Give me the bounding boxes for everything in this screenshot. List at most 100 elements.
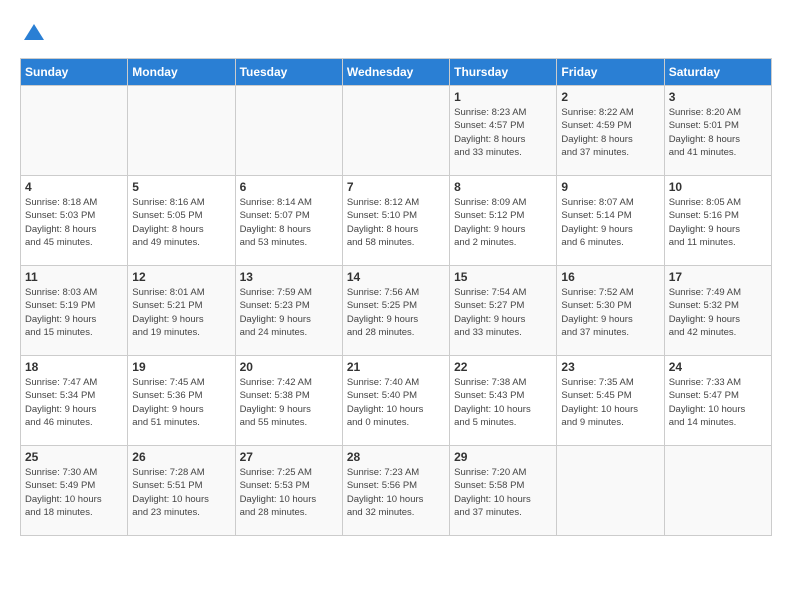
day-number: 7 <box>347 180 445 194</box>
day-number: 29 <box>454 450 552 464</box>
logo-icon <box>20 20 48 48</box>
day-number: 24 <box>669 360 767 374</box>
day-info: Sunrise: 7:25 AM Sunset: 5:53 PM Dayligh… <box>240 466 338 519</box>
calendar-header: SundayMondayTuesdayWednesdayThursdayFrid… <box>21 59 772 86</box>
day-info: Sunrise: 8:01 AM Sunset: 5:21 PM Dayligh… <box>132 286 230 339</box>
logo <box>20 20 52 48</box>
calendar-cell <box>557 446 664 536</box>
day-number: 18 <box>25 360 123 374</box>
calendar-cell: 14 Sunrise: 7:56 AM Sunset: 5:25 PM Dayli… <box>342 266 449 356</box>
weekday-header-thursday: Thursday <box>450 59 557 86</box>
day-number: 12 <box>132 270 230 284</box>
weekday-header-friday: Friday <box>557 59 664 86</box>
day-info: Sunrise: 7:56 AM Sunset: 5:25 PM Dayligh… <box>347 286 445 339</box>
day-number: 2 <box>561 90 659 104</box>
calendar-cell: 4 Sunrise: 8:18 AM Sunset: 5:03 PM Daylig… <box>21 176 128 266</box>
day-info: Sunrise: 7:40 AM Sunset: 5:40 PM Dayligh… <box>347 376 445 429</box>
day-number: 10 <box>669 180 767 194</box>
calendar-cell: 27 Sunrise: 7:25 AM Sunset: 5:53 PM Dayli… <box>235 446 342 536</box>
calendar-cell: 23 Sunrise: 7:35 AM Sunset: 5:45 PM Dayli… <box>557 356 664 446</box>
day-info: Sunrise: 7:38 AM Sunset: 5:43 PM Dayligh… <box>454 376 552 429</box>
calendar-week-5: 25 Sunrise: 7:30 AM Sunset: 5:49 PM Dayli… <box>21 446 772 536</box>
day-number: 14 <box>347 270 445 284</box>
day-number: 6 <box>240 180 338 194</box>
calendar-week-1: 1Sunrise: 8:23 AM Sunset: 4:57 PM Daylig… <box>21 86 772 176</box>
calendar-cell <box>342 86 449 176</box>
calendar-cell: 18 Sunrise: 7:47 AM Sunset: 5:34 PM Dayli… <box>21 356 128 446</box>
calendar-cell: 24 Sunrise: 7:33 AM Sunset: 5:47 PM Dayli… <box>664 356 771 446</box>
calendar-cell: 20 Sunrise: 7:42 AM Sunset: 5:38 PM Dayli… <box>235 356 342 446</box>
calendar-cell: 15 Sunrise: 7:54 AM Sunset: 5:27 PM Dayli… <box>450 266 557 356</box>
day-info: Sunrise: 7:54 AM Sunset: 5:27 PM Dayligh… <box>454 286 552 339</box>
calendar-cell <box>128 86 235 176</box>
calendar-cell <box>235 86 342 176</box>
day-info: Sunrise: 8:18 AM Sunset: 5:03 PM Dayligh… <box>25 196 123 249</box>
day-info: Sunrise: 7:35 AM Sunset: 5:45 PM Dayligh… <box>561 376 659 429</box>
calendar-cell: 26 Sunrise: 7:28 AM Sunset: 5:51 PM Dayli… <box>128 446 235 536</box>
day-info: Sunrise: 7:33 AM Sunset: 5:47 PM Dayligh… <box>669 376 767 429</box>
day-number: 19 <box>132 360 230 374</box>
calendar-cell: 25 Sunrise: 7:30 AM Sunset: 5:49 PM Dayli… <box>21 446 128 536</box>
day-info: Sunrise: 8:16 AM Sunset: 5:05 PM Dayligh… <box>132 196 230 249</box>
day-number: 4 <box>25 180 123 194</box>
day-info: Sunrise: 8:23 AM Sunset: 4:57 PM Dayligh… <box>454 106 552 159</box>
weekday-header-tuesday: Tuesday <box>235 59 342 86</box>
day-info: Sunrise: 7:52 AM Sunset: 5:30 PM Dayligh… <box>561 286 659 339</box>
calendar-week-4: 18 Sunrise: 7:47 AM Sunset: 5:34 PM Dayli… <box>21 356 772 446</box>
day-info: Sunrise: 7:30 AM Sunset: 5:49 PM Dayligh… <box>25 466 123 519</box>
weekday-header-wednesday: Wednesday <box>342 59 449 86</box>
day-info: Sunrise: 8:05 AM Sunset: 5:16 PM Dayligh… <box>669 196 767 249</box>
calendar-table: SundayMondayTuesdayWednesdayThursdayFrid… <box>20 58 772 536</box>
day-number: 26 <box>132 450 230 464</box>
day-info: Sunrise: 8:03 AM Sunset: 5:19 PM Dayligh… <box>25 286 123 339</box>
day-number: 20 <box>240 360 338 374</box>
day-info: Sunrise: 7:47 AM Sunset: 5:34 PM Dayligh… <box>25 376 123 429</box>
calendar-cell: 19Sunrise: 7:45 AM Sunset: 5:36 PM Dayli… <box>128 356 235 446</box>
day-number: 9 <box>561 180 659 194</box>
day-info: Sunrise: 8:09 AM Sunset: 5:12 PM Dayligh… <box>454 196 552 249</box>
day-number: 15 <box>454 270 552 284</box>
weekday-header-monday: Monday <box>128 59 235 86</box>
day-number: 27 <box>240 450 338 464</box>
day-number: 11 <box>25 270 123 284</box>
day-number: 3 <box>669 90 767 104</box>
day-info: Sunrise: 8:12 AM Sunset: 5:10 PM Dayligh… <box>347 196 445 249</box>
day-number: 16 <box>561 270 659 284</box>
calendar-cell: 11 Sunrise: 8:03 AM Sunset: 5:19 PM Dayli… <box>21 266 128 356</box>
calendar-cell: 10 Sunrise: 8:05 AM Sunset: 5:16 PM Dayli… <box>664 176 771 266</box>
day-number: 8 <box>454 180 552 194</box>
day-info: Sunrise: 7:49 AM Sunset: 5:32 PM Dayligh… <box>669 286 767 339</box>
calendar-cell: 29 Sunrise: 7:20 AM Sunset: 5:58 PM Dayli… <box>450 446 557 536</box>
calendar-cell: 17 Sunrise: 7:49 AM Sunset: 5:32 PM Dayli… <box>664 266 771 356</box>
weekday-header-sunday: Sunday <box>21 59 128 86</box>
calendar-cell: 3 Sunrise: 8:20 AM Sunset: 5:01 PM Daylig… <box>664 86 771 176</box>
calendar-cell: 22Sunrise: 7:38 AM Sunset: 5:43 PM Dayli… <box>450 356 557 446</box>
day-number: 21 <box>347 360 445 374</box>
day-number: 23 <box>561 360 659 374</box>
calendar-cell: 6 Sunrise: 8:14 AM Sunset: 5:07 PM Daylig… <box>235 176 342 266</box>
calendar-cell <box>664 446 771 536</box>
day-number: 13 <box>240 270 338 284</box>
day-info: Sunrise: 8:22 AM Sunset: 4:59 PM Dayligh… <box>561 106 659 159</box>
day-info: Sunrise: 7:59 AM Sunset: 5:23 PM Dayligh… <box>240 286 338 339</box>
calendar-cell: 1Sunrise: 8:23 AM Sunset: 4:57 PM Daylig… <box>450 86 557 176</box>
calendar-cell: 16 Sunrise: 7:52 AM Sunset: 5:30 PM Dayli… <box>557 266 664 356</box>
page-header <box>20 20 772 48</box>
calendar-week-3: 11 Sunrise: 8:03 AM Sunset: 5:19 PM Dayli… <box>21 266 772 356</box>
day-info: Sunrise: 7:42 AM Sunset: 5:38 PM Dayligh… <box>240 376 338 429</box>
weekday-row: SundayMondayTuesdayWednesdayThursdayFrid… <box>21 59 772 86</box>
day-number: 25 <box>25 450 123 464</box>
calendar-week-2: 4 Sunrise: 8:18 AM Sunset: 5:03 PM Daylig… <box>21 176 772 266</box>
calendar-cell: 28Sunrise: 7:23 AM Sunset: 5:56 PM Dayli… <box>342 446 449 536</box>
calendar-cell: 2 Sunrise: 8:22 AM Sunset: 4:59 PM Daylig… <box>557 86 664 176</box>
calendar-cell: 5 Sunrise: 8:16 AM Sunset: 5:05 PM Daylig… <box>128 176 235 266</box>
calendar-body: 1Sunrise: 8:23 AM Sunset: 4:57 PM Daylig… <box>21 86 772 536</box>
day-info: Sunrise: 8:20 AM Sunset: 5:01 PM Dayligh… <box>669 106 767 159</box>
day-number: 5 <box>132 180 230 194</box>
day-info: Sunrise: 7:20 AM Sunset: 5:58 PM Dayligh… <box>454 466 552 519</box>
calendar-cell: 12 Sunrise: 8:01 AM Sunset: 5:21 PM Dayli… <box>128 266 235 356</box>
day-info: Sunrise: 8:14 AM Sunset: 5:07 PM Dayligh… <box>240 196 338 249</box>
day-info: Sunrise: 7:28 AM Sunset: 5:51 PM Dayligh… <box>132 466 230 519</box>
day-number: 17 <box>669 270 767 284</box>
calendar-cell: 7 Sunrise: 8:12 AM Sunset: 5:10 PM Daylig… <box>342 176 449 266</box>
